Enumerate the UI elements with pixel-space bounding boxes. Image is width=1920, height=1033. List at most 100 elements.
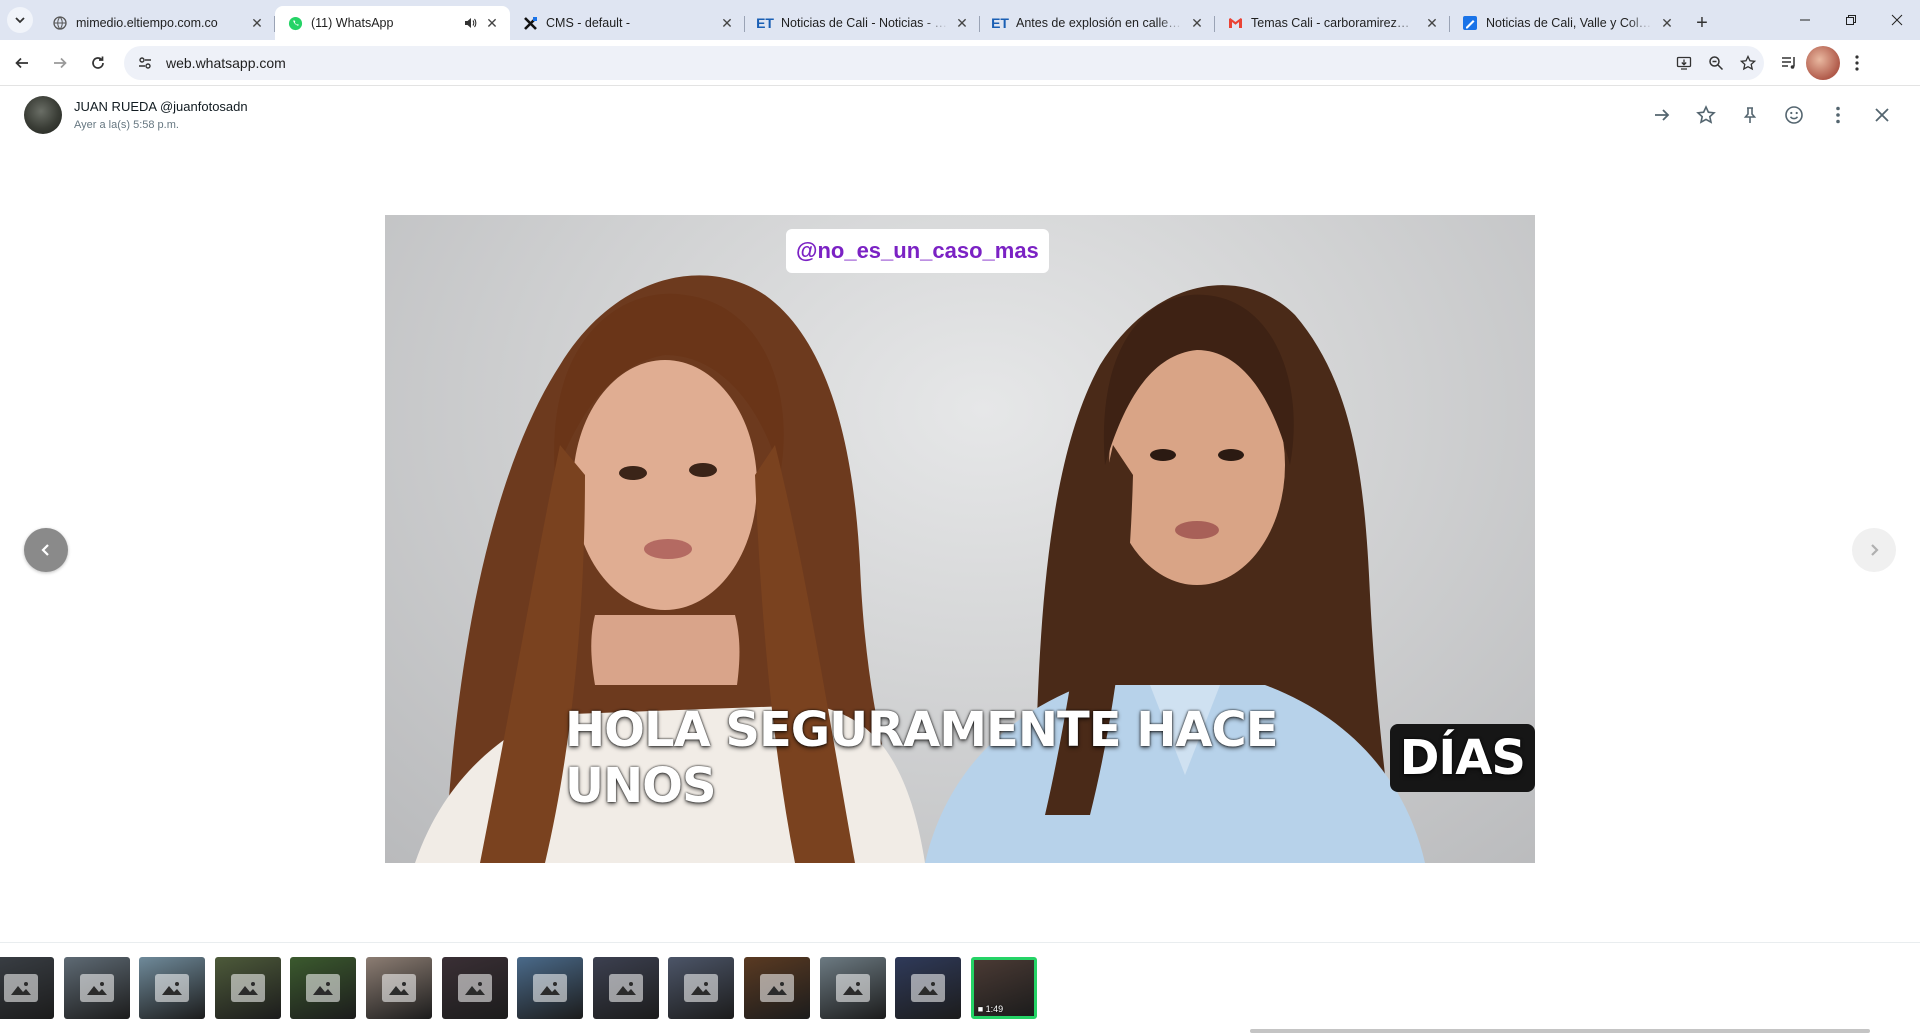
image-thumbnail[interactable] [592, 957, 659, 1019]
image-thumbnail[interactable] [441, 957, 508, 1019]
close-tab-icon[interactable]: ✕ [1189, 15, 1205, 31]
blue-pen-icon [1462, 15, 1478, 31]
close-tab-icon[interactable]: ✕ [954, 15, 970, 31]
globe-icon [52, 15, 68, 31]
tab-explosion[interactable]: ET Antes de explosión en calle de Cali ✕ [980, 6, 1215, 40]
tab-noticias-valle[interactable]: Noticias de Cali, Valle y Colombia ✕ [1450, 6, 1685, 40]
chevron-right-icon [1871, 544, 1879, 556]
video-duration: ■ 1:49 [977, 1004, 1004, 1014]
image-thumbnail[interactable] [0, 957, 54, 1019]
window-controls [1782, 0, 1920, 40]
image-thumbnail[interactable] [63, 957, 130, 1019]
next-media-button[interactable] [1852, 528, 1896, 572]
caption-highlight: DÍAS [1389, 724, 1535, 792]
browser-tabstrip: mimedio.eltiempo.com.co ✕ (11) WhatsApp … [0, 0, 1920, 40]
close-tab-icon[interactable]: ✕ [719, 15, 735, 31]
speaker-icon[interactable] [462, 15, 478, 31]
more-options-button[interactable] [1816, 93, 1860, 137]
close-tab-icon[interactable]: ✕ [249, 15, 265, 31]
tab-noticias-cali[interactable]: ET Noticias de Cali - Noticias - ELTIEMP… [745, 6, 980, 40]
close-viewer-button[interactable] [1860, 93, 1904, 137]
image-placeholder-icon [608, 974, 643, 1002]
forward-button[interactable] [44, 47, 76, 79]
kebab-menu-icon [1836, 106, 1840, 124]
pin-icon [1743, 107, 1757, 123]
media-controls-icon[interactable] [1772, 46, 1806, 80]
browser-toolbar: web.whatsapp.com [0, 40, 1920, 86]
url-text: web.whatsapp.com [166, 54, 286, 71]
image-placeholder-icon [79, 974, 114, 1002]
gmail-icon [1227, 15, 1243, 31]
install-app-icon[interactable] [1668, 47, 1700, 79]
close-tab-icon[interactable]: ✕ [1659, 15, 1675, 31]
image-thumbnail[interactable] [365, 957, 432, 1019]
browser-menu-icon[interactable] [1840, 46, 1874, 80]
tab-mimedio[interactable]: mimedio.eltiempo.com.co ✕ [40, 6, 275, 40]
thumbnail-list: ■ 1:49 [0, 957, 1046, 1019]
et-icon: ET [756, 15, 774, 31]
horizontal-scrollbar[interactable] [1250, 1029, 1870, 1033]
image-placeholder-icon [457, 974, 492, 1002]
tab-search-button[interactable] [0, 0, 40, 40]
video-thumbnail[interactable]: ■ 1:49 [970, 957, 1037, 1019]
header-actions [1640, 87, 1904, 143]
image-placeholder-icon [155, 974, 190, 1002]
back-arrow-icon [15, 57, 28, 68]
close-icon [1875, 108, 1889, 122]
image-thumbnail[interactable] [819, 957, 886, 1019]
image-thumbnail[interactable] [139, 957, 206, 1019]
media-thumbnail-strip: ■ 1:49 [0, 942, 1920, 1033]
emoji-icon [1785, 106, 1803, 124]
image-placeholder-icon [306, 974, 341, 1002]
restore-icon[interactable] [1828, 0, 1874, 40]
avatar[interactable] [24, 96, 62, 134]
tab-title: mimedio.eltiempo.com.co [76, 16, 218, 30]
tab-gmail[interactable]: Temas Cali - carboramirez@gmail.com ✕ [1215, 6, 1450, 40]
video-frame[interactable]: @no_es_un_caso_mas HOLA SEGURAMENTE HACE… [385, 215, 1535, 863]
caption-text: HOLA SEGURAMENTE HACE UNOS [565, 702, 1279, 814]
close-window-icon[interactable] [1874, 0, 1920, 40]
image-thumbnail[interactable] [743, 957, 810, 1019]
minimize-icon[interactable] [1782, 0, 1828, 40]
reload-icon [92, 56, 104, 69]
back-button[interactable] [6, 47, 38, 79]
sender-name[interactable]: JUAN RUEDA @juanfotosadn [74, 99, 248, 114]
sender-info: JUAN RUEDA @juanfotosadn Ayer a la(s) 5:… [74, 99, 248, 131]
tab-title: Noticias de Cali - Noticias - ELTIEMPO [781, 16, 948, 30]
address-bar[interactable]: web.whatsapp.com [124, 45, 1764, 80]
pin-button[interactable] [1728, 93, 1772, 137]
forward-arrow-icon [1655, 109, 1670, 121]
image-thumbnail[interactable] [668, 957, 735, 1019]
cms-x-icon [522, 15, 538, 31]
message-timestamp: Ayer a la(s) 5:58 p.m. [74, 119, 179, 131]
tab-title: (11) WhatsApp [311, 16, 394, 30]
star-message-button[interactable] [1684, 93, 1728, 137]
star-icon [1696, 105, 1716, 124]
reload-button[interactable] [82, 47, 114, 79]
handle-overlay: @no_es_un_caso_mas [786, 229, 1049, 273]
image-thumbnail[interactable] [895, 957, 962, 1019]
tab-title: Temas Cali - carboramirez@gmail.com [1251, 16, 1418, 30]
image-thumbnail[interactable] [517, 957, 584, 1019]
image-placeholder-icon [684, 974, 719, 1002]
previous-media-button[interactable] [24, 528, 68, 572]
close-tab-icon[interactable]: ✕ [1424, 15, 1440, 31]
tab-whatsapp[interactable]: (11) WhatsApp ✕ [275, 6, 510, 40]
et-icon: ET [991, 15, 1009, 31]
profile-avatar[interactable] [1806, 45, 1840, 80]
tab-cms[interactable]: CMS - default - ✕ [510, 6, 745, 40]
forward-button[interactable] [1640, 93, 1684, 137]
image-thumbnail[interactable] [290, 957, 357, 1019]
video-caption: HOLA SEGURAMENTE HACE UNOS DÍAS [565, 702, 1535, 814]
media-viewer-header: JUAN RUEDA @juanfotosadn Ayer a la(s) 5:… [0, 87, 1920, 143]
image-thumbnail[interactable] [214, 957, 281, 1019]
new-tab-button[interactable]: + [1685, 6, 1719, 40]
image-placeholder-icon [911, 974, 946, 1002]
react-button[interactable] [1772, 93, 1816, 137]
site-settings-icon[interactable] [132, 50, 158, 76]
bookmark-star-icon[interactable] [1732, 47, 1764, 79]
image-placeholder-icon [759, 974, 794, 1002]
close-tab-icon[interactable]: ✕ [484, 15, 500, 31]
forward-arrow-icon [54, 57, 67, 68]
zoom-icon[interactable] [1700, 47, 1732, 79]
